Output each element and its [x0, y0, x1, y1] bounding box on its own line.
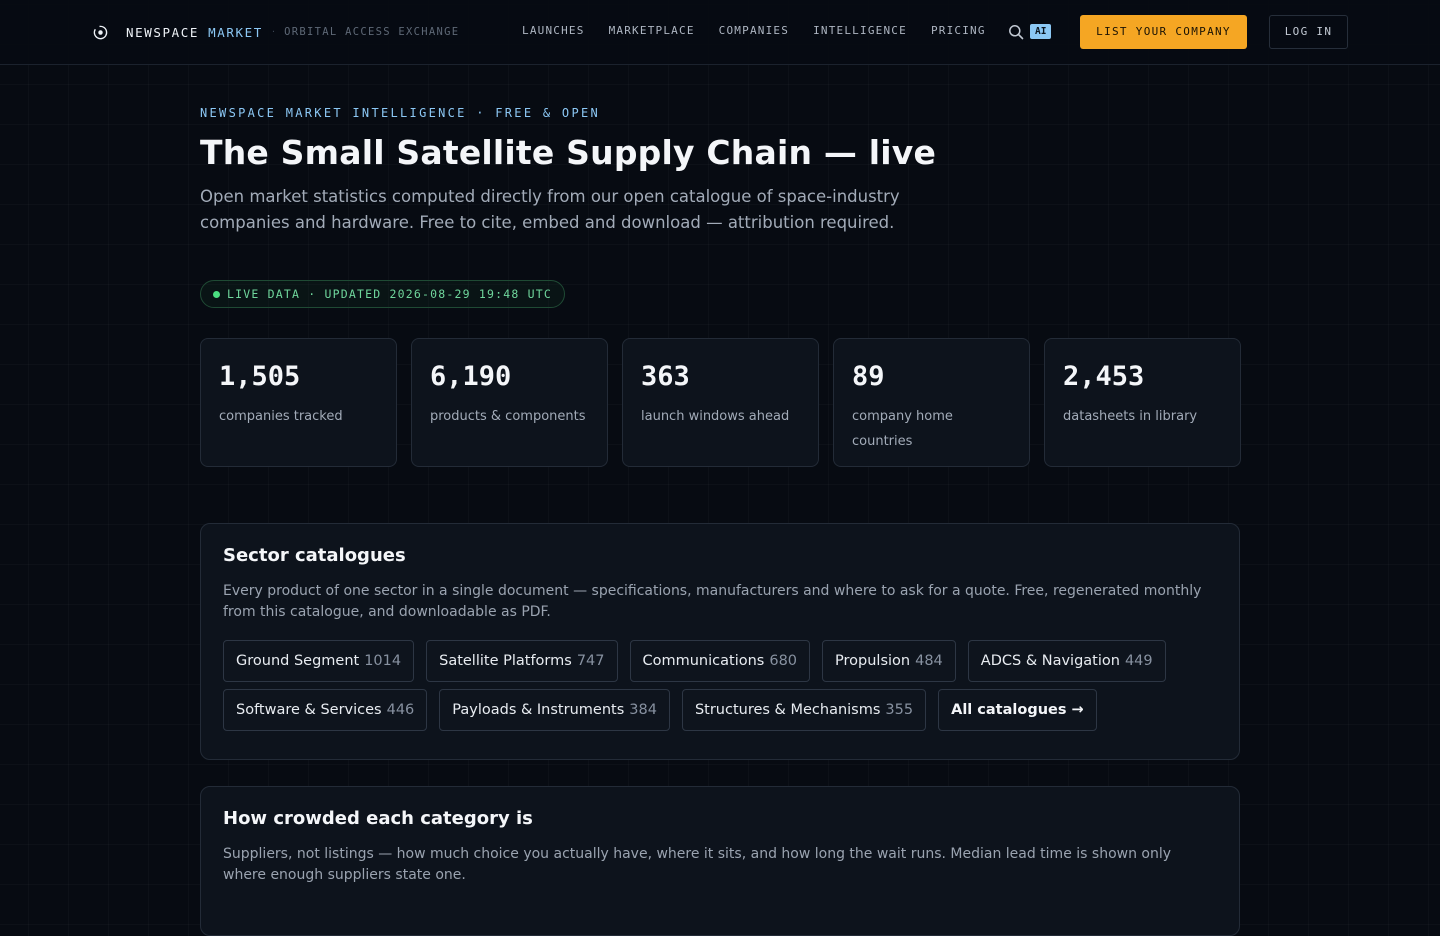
- nav-link-intelligence[interactable]: INTELLIGENCE: [813, 24, 907, 37]
- sector-catalogues-panel: Sector catalogues Every product of one s…: [200, 523, 1240, 760]
- stat-card-datasheets: 2,453 datasheets in library: [1044, 338, 1241, 467]
- sector-chip-list: Ground Segment 1014 Satellite Platforms 74…: [223, 640, 1223, 738]
- stat-card-products: 6,190 products & components: [411, 338, 608, 467]
- hero-eyebrow: NEWSPACE MARKET INTELLIGENCE · FREE & OP…: [200, 106, 601, 120]
- chip-label: Structures & Mechanisms: [694, 702, 881, 718]
- hero-lead: Open market statistics computed directly…: [200, 187, 900, 232]
- chip-label: ADCS & Navigation: [980, 653, 1120, 669]
- sector-chip-propulsion[interactable]: Propulsion 484: [822, 640, 956, 682]
- stat-label: companies tracked: [219, 409, 343, 424]
- stat-card-countries: 89 company home countries: [833, 338, 1030, 467]
- sector-chip-ground-segment[interactable]: Ground Segment 1014: [223, 640, 415, 682]
- stat-label: company home countries: [852, 409, 953, 449]
- sector-chip-adcs-navigation[interactable]: ADCS & Navigation 449: [967, 640, 1166, 682]
- chip-count: 1014: [364, 653, 402, 669]
- brand-name-accent: MARKET: [208, 24, 263, 40]
- nav-link-launches[interactable]: LAUNCHES: [522, 24, 585, 37]
- chip-count: 446: [386, 702, 415, 718]
- chip-count: 680: [769, 653, 798, 669]
- stat-card-launch-windows: 363 launch windows ahead: [622, 338, 819, 467]
- chip-label: Ground Segment: [236, 653, 360, 669]
- stat-value: 1,505: [219, 361, 301, 392]
- live-status-text: LIVE DATA · UPDATED 2026-08-29 19:48 UTC: [227, 287, 552, 301]
- category-crowding-panel: How crowded each category is Suppliers, …: [200, 786, 1240, 936]
- sector-catalogues-title: Sector catalogues: [223, 545, 406, 566]
- page-title: The Small Satellite Supply Chain — live: [200, 133, 937, 172]
- nav-link-companies[interactable]: COMPANIES: [719, 24, 789, 37]
- nav-link-marketplace[interactable]: MARKETPLACE: [609, 24, 695, 37]
- stat-label: launch windows ahead: [641, 409, 790, 424]
- chip-count: 747: [576, 653, 605, 669]
- stats-row: 1,505 companies tracked 6,190 products &…: [200, 338, 1241, 467]
- chip-label: Payloads & Instruments: [452, 702, 625, 718]
- stat-label: products & components: [430, 409, 586, 424]
- stat-value: 2,453: [1063, 361, 1145, 392]
- sector-catalogues-description: Every product of one sector in a single …: [223, 583, 1202, 620]
- ai-search-badge[interactable]: AI: [1030, 24, 1052, 39]
- all-catalogues-link[interactable]: All catalogues →: [938, 689, 1097, 731]
- live-status-badge: LIVE DATA · UPDATED 2026-08-29 19:48 UTC: [200, 280, 565, 308]
- category-crowding-title: How crowded each category is: [223, 808, 533, 829]
- chip-label: Software & Services: [236, 702, 382, 718]
- chip-label: Propulsion: [835, 653, 911, 669]
- live-dot-icon: [213, 290, 220, 298]
- search-icon[interactable]: [1008, 24, 1024, 40]
- stat-label: datasheets in library: [1063, 409, 1198, 424]
- main-nav: LAUNCHES MARKETPLACE COMPANIES INTELLIGE…: [522, 24, 986, 37]
- login-button[interactable]: LOG IN: [1269, 15, 1348, 49]
- brand-tagline: ORBITAL ACCESS EXCHANGE: [284, 26, 460, 38]
- stat-value: 89: [852, 361, 885, 392]
- chip-count: 449: [1124, 653, 1153, 669]
- list-company-button[interactable]: LIST YOUR COMPANY: [1080, 15, 1247, 49]
- chip-count: 384: [629, 702, 657, 718]
- brand[interactable]: NEWSPACE MARKET · ORBITAL ACCESS EXCHANG…: [92, 23, 459, 41]
- sector-chip-communications[interactable]: Communications 680: [629, 640, 811, 682]
- sector-chip-payloads-instruments[interactable]: Payloads & Instruments 384: [439, 689, 670, 731]
- brand-separator: ·: [271, 26, 276, 38]
- stat-card-companies: 1,505 companies tracked: [200, 338, 397, 467]
- chip-count: 355: [885, 702, 914, 718]
- chip-label: Satellite Platforms: [439, 653, 572, 669]
- stat-value: 6,190: [430, 361, 512, 392]
- sector-chip-satellite-platforms[interactable]: Satellite Platforms 747: [426, 640, 618, 682]
- stat-value: 363: [641, 361, 690, 392]
- orbit-logo-icon: [93, 25, 108, 39]
- site-header: NEWSPACE MARKET · ORBITAL ACCESS EXCHANG…: [0, 0, 1440, 65]
- category-crowding-description: Suppliers, not listings — how much choic…: [223, 846, 1172, 883]
- chip-label: Communications: [642, 653, 765, 669]
- brand-name: NEWSPACE MARKET: [126, 24, 263, 40]
- nav-link-pricing[interactable]: PRICING: [931, 24, 986, 37]
- chip-count: 484: [915, 653, 943, 669]
- sector-chip-structures-mechanisms[interactable]: Structures & Mechanisms 355: [681, 689, 927, 731]
- sector-chip-software-services[interactable]: Software & Services 446: [223, 689, 428, 731]
